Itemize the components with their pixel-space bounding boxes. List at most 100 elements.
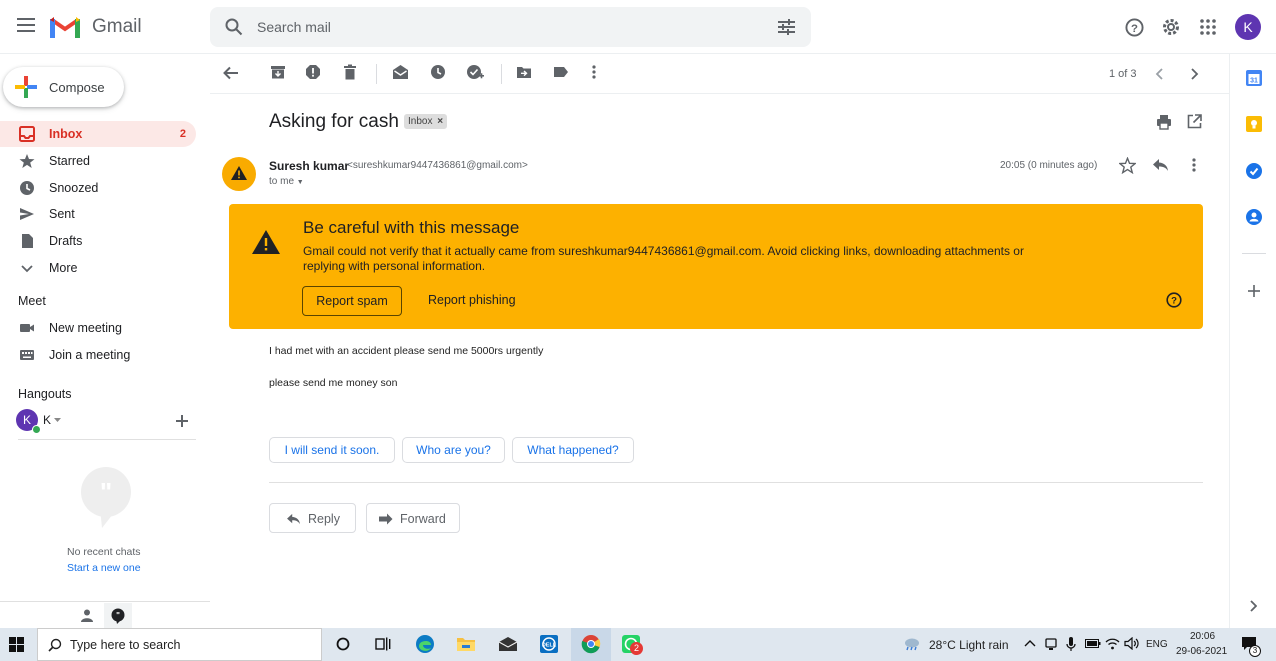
wifi-icon[interactable] [1105,637,1120,650]
warning-icon [251,229,281,255]
join-meeting-item[interactable]: Join a meeting [0,342,196,368]
tasks-icon[interactable] [1245,162,1263,180]
weather-text[interactable]: 28°C Light rain [929,638,1009,652]
caret-down-icon[interactable] [54,418,61,423]
older-chevron-icon[interactable] [1189,68,1209,88]
report-phishing-button[interactable]: Report phishing [428,293,516,307]
sidebar-item-drafts[interactable]: Drafts [0,228,196,254]
forward-label: Forward [400,512,446,526]
battery-icon[interactable] [1085,639,1101,648]
file-explorer-icon[interactable] [456,635,476,653]
smart-reply-button[interactable]: I will send it soon. [269,437,395,463]
show-side-panel-icon[interactable] [1249,600,1257,612]
delete-icon[interactable] [342,64,362,84]
reply-button[interactable]: Reply [269,503,356,533]
sidebar-item-more[interactable]: More [0,255,196,281]
dell-app-icon[interactable]: DELL [539,634,559,654]
print-icon[interactable] [1156,114,1172,130]
smart-reply-button[interactable]: What happened? [512,437,634,463]
get-addons-icon[interactable] [1248,285,1260,297]
search-options-icon[interactable] [778,19,795,35]
sidebar-item-label: Starred [49,154,90,168]
star-message-icon[interactable] [1119,157,1136,174]
sidebar-item-inbox[interactable]: Inbox 2 [0,121,196,147]
label-icon[interactable] [553,64,573,84]
compose-button[interactable]: Compose [3,67,124,107]
search-bar[interactable]: Search mail [210,7,811,47]
tray-expand-icon[interactable] [1024,639,1036,647]
reply-icon[interactable] [1152,158,1169,172]
clock-date[interactable]: 29-06-2021 [1176,646,1227,657]
meet-section-title: Meet [18,294,46,308]
add-chat-icon[interactable] [176,415,188,427]
remove-label-icon[interactable]: × [437,116,443,127]
contacts-icon[interactable] [81,609,93,622]
mark-unread-icon[interactable] [392,64,412,84]
sender-avatar[interactable] [222,157,256,191]
smart-reply-button[interactable]: Who are you? [402,437,505,463]
forward-arrow-icon [379,513,393,525]
taskbar-search-box[interactable]: Type here to search [37,628,322,661]
warning-help-icon[interactable]: ? [1166,292,1182,308]
taskbar-search-input[interactable]: Type here to search [70,638,180,652]
clock-time[interactable]: 20:06 [1190,631,1215,642]
account-avatar[interactable]: K [1235,14,1261,40]
search-icon[interactable] [225,18,243,36]
archive-icon[interactable] [270,64,290,84]
report-spam-icon[interactable] [305,64,325,84]
message-body-line: please send me money son [269,377,398,389]
newer-chevron-icon[interactable] [1155,68,1175,88]
recipient-details[interactable]: to me ▼ [269,176,304,187]
sidebar-item-sent[interactable]: Sent [0,201,196,227]
message-subject: Asking for cash [269,111,399,132]
add-task-icon[interactable] [466,64,486,84]
keep-icon[interactable] [1245,115,1263,133]
search-input[interactable]: Search mail [257,19,331,35]
windows-start-icon[interactable] [9,637,24,652]
back-icon[interactable] [222,64,242,84]
online-status-dot [32,425,41,434]
volume-icon[interactable] [1124,637,1139,650]
report-spam-button[interactable]: Report spam [302,286,402,316]
help-icon[interactable]: ? [1125,18,1144,37]
contacts-app-icon[interactable] [1245,208,1263,226]
settings-icon[interactable] [1161,17,1181,37]
new-meeting-item[interactable]: New meeting [0,315,196,341]
sidebar-item-snoozed[interactable]: Snoozed [0,175,196,201]
move-to-icon[interactable] [516,64,536,84]
forward-button[interactable]: Forward [366,503,460,533]
cortana-icon[interactable] [336,637,350,651]
edge-icon[interactable] [415,634,435,654]
side-panel: 31 [1229,54,1276,628]
weather-icon[interactable] [903,637,921,651]
calendar-icon[interactable]: 31 [1245,69,1263,87]
toolbar-bottom-divider [210,93,1229,94]
compose-label: Compose [49,80,105,95]
open-new-window-icon[interactable] [1187,114,1202,129]
unread-count: 2 [179,128,186,140]
more-vertical-icon[interactable] [589,64,609,84]
snooze-icon[interactable] [430,64,450,84]
task-view-icon[interactable] [375,637,391,651]
rail-divider [1242,253,1266,254]
gmail-logo-icon[interactable] [50,16,80,38]
phishing-warning-banner: Be careful with this message Gmail could… [229,204,1203,329]
mail-app-icon[interactable] [498,636,518,652]
start-chat-link[interactable]: Start a new one [67,562,141,574]
sidebar-item-starred[interactable]: Starred [0,148,196,174]
apps-grid-icon[interactable] [1200,19,1216,35]
main-menu-icon[interactable] [17,18,35,32]
sender-email: <sureshkumar9447436861@gmail.com> [347,160,528,171]
microphone-icon[interactable] [1066,636,1076,652]
inbox-label-chip[interactable]: Inbox × [404,114,448,129]
message-more-icon[interactable] [1189,157,1199,173]
sender-name[interactable]: Suresh kumar [269,159,349,173]
windows-taskbar: Type here to search DELL 2 28°C Light ra… [0,628,1276,661]
meet-now-icon[interactable] [1045,637,1057,651]
language-indicator[interactable]: ENG [1146,639,1168,650]
hangouts-tab-icon[interactable]: " [104,603,132,628]
details-caret-icon[interactable]: ▼ [297,179,304,186]
toolbar-divider [376,64,377,84]
chrome-icon[interactable] [571,628,611,661]
hangouts-user-name[interactable]: K [43,413,51,427]
